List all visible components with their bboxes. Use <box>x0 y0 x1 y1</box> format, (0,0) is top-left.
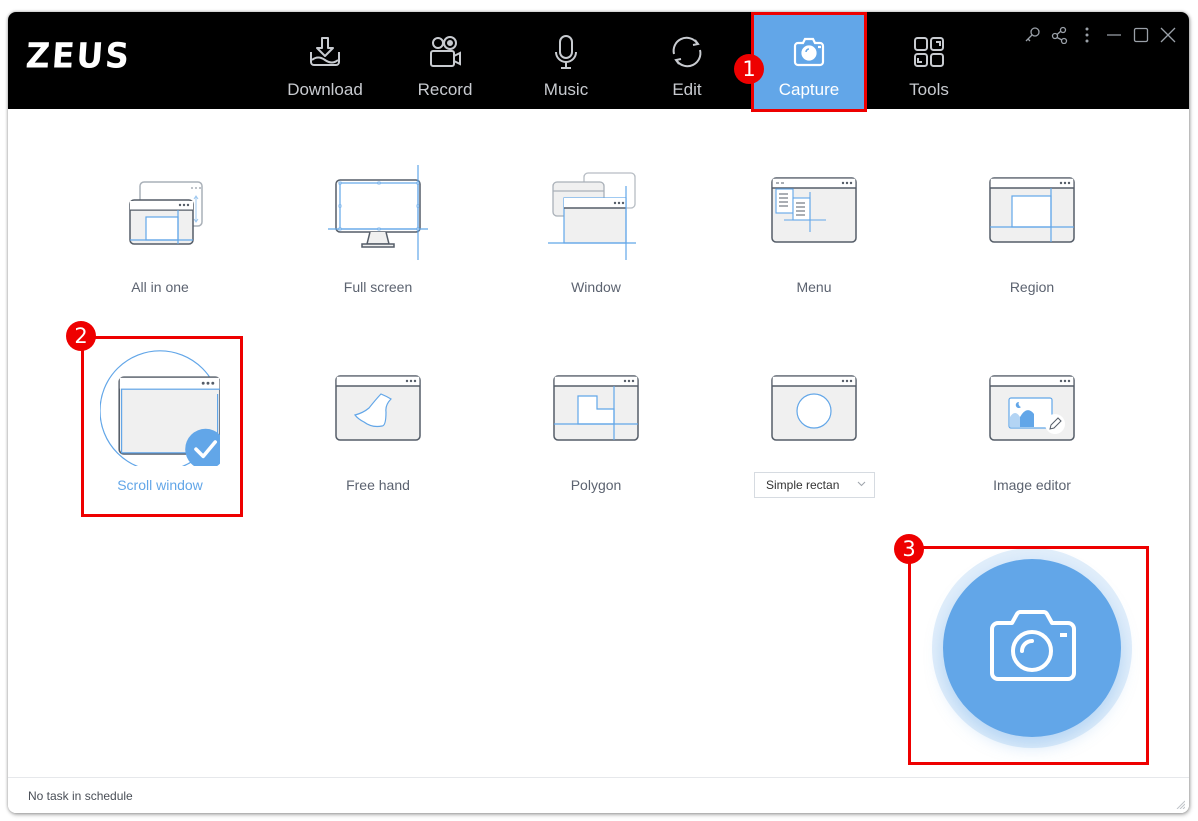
mode-menu[interactable]: Menu <box>724 162 904 342</box>
image-editor-icon <box>989 375 1075 441</box>
mode-label: Free hand <box>346 477 410 493</box>
shape-select-value: Simple rectan <box>766 478 840 492</box>
app-window: ZEUS Download Record Music Edit Capture … <box>8 12 1189 813</box>
mode-label: Region <box>1009 279 1055 295</box>
status-text: No task in schedule <box>28 789 133 803</box>
callout-badge-3: 3 <box>894 534 924 564</box>
mode-polygon[interactable]: Polygon <box>506 360 686 540</box>
mode-label: Window <box>571 279 621 295</box>
tab-download[interactable]: Download <box>269 12 381 109</box>
window-controls <box>1024 26 1177 46</box>
tab-label: Record <box>417 80 473 99</box>
grid-tools-icon <box>914 37 944 67</box>
free-hand-icon <box>335 375 421 441</box>
key-icon[interactable] <box>1024 26 1042 44</box>
chevron-down-icon <box>857 481 866 487</box>
mode-label: Full screen <box>343 279 413 295</box>
mode-scroll-window[interactable]: Scroll window <box>70 350 250 540</box>
tab-label: Music <box>543 80 589 99</box>
mode-label: Image editor <box>993 477 1071 493</box>
mode-free-hand[interactable]: Free hand <box>288 360 468 540</box>
mode-label: Scroll window <box>117 477 203 493</box>
microphone-icon <box>555 35 577 69</box>
scroll-window-icon <box>100 350 220 466</box>
mode-full-screen[interactable]: Full screen <box>288 162 468 342</box>
tab-label: Download <box>287 80 363 99</box>
tab-label: Capture <box>778 80 840 99</box>
callout-badge-2: 2 <box>66 321 96 351</box>
convert-icon <box>672 36 702 68</box>
polygon-icon <box>553 375 639 441</box>
resize-grip-icon[interactable] <box>1175 799 1185 809</box>
mode-all-in-one[interactable]: All in one <box>70 162 250 342</box>
video-camera-icon <box>430 36 461 67</box>
region-capture-icon <box>989 177 1075 243</box>
all-in-one-icon <box>129 181 203 245</box>
tab-music[interactable]: Music <box>510 12 622 109</box>
mode-image-editor[interactable]: Image editor <box>942 360 1122 540</box>
minimize-icon[interactable] <box>1105 26 1123 44</box>
menu-capture-icon <box>771 177 857 243</box>
monitor-icon <box>328 165 428 260</box>
tab-tools[interactable]: Tools <box>873 12 985 109</box>
tab-record[interactable]: Record <box>389 12 501 109</box>
shape-select-dropdown[interactable]: Simple rectan <box>754 472 875 498</box>
mode-shape[interactable] <box>724 360 904 540</box>
status-bar: No task in schedule <box>8 777 1189 813</box>
close-icon[interactable] <box>1159 26 1177 44</box>
tab-label: Tools <box>909 80 949 99</box>
mode-label: All in one <box>131 279 189 295</box>
top-navigation-bar: ZEUS Download Record Music Edit Capture … <box>8 12 1189 109</box>
camera-icon <box>793 37 825 67</box>
mode-label: Menu <box>796 279 832 295</box>
app-logo: ZEUS <box>24 35 133 76</box>
callout-badge-1: 1 <box>734 54 764 84</box>
tab-edit[interactable]: Edit <box>631 12 743 109</box>
more-icon[interactable] <box>1078 26 1096 44</box>
ellipse-capture-icon <box>771 375 857 441</box>
download-icon <box>310 37 340 66</box>
tab-label: Edit <box>672 80 702 99</box>
mode-label: Polygon <box>570 477 622 493</box>
maximize-icon[interactable] <box>1132 26 1150 44</box>
capture-button-circle <box>943 559 1121 737</box>
share-icon[interactable] <box>1051 26 1069 44</box>
camera-icon <box>990 610 1076 681</box>
mode-region[interactable]: Region <box>942 162 1122 342</box>
window-capture-icon <box>548 172 636 260</box>
mode-window[interactable]: Window <box>506 162 686 342</box>
tab-capture[interactable]: Capture <box>753 12 865 109</box>
capture-button[interactable] <box>932 548 1132 748</box>
